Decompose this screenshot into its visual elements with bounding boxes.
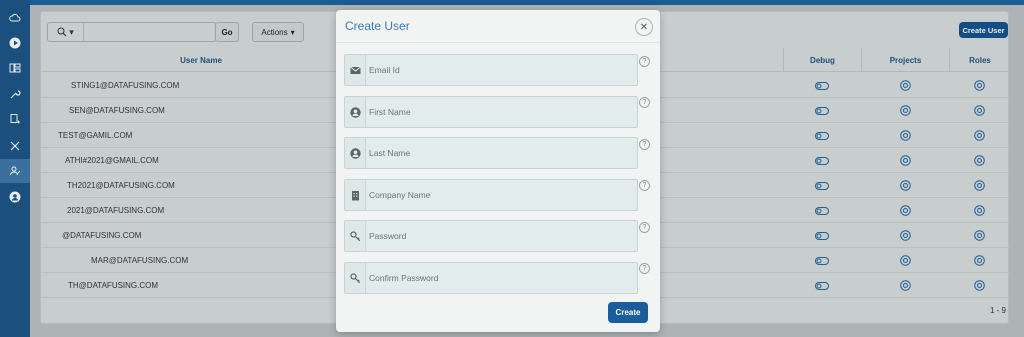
help-icon[interactable]: ? xyxy=(639,56,650,67)
confirm-password-field-input[interactable] xyxy=(369,263,633,293)
building-icon xyxy=(345,180,366,210)
password-field-input[interactable] xyxy=(369,221,633,251)
user-icon xyxy=(345,138,366,168)
key-icon xyxy=(345,221,366,251)
last-name-field[interactable] xyxy=(344,137,638,169)
help-icon[interactable]: ? xyxy=(639,139,650,150)
create-button[interactable]: Create xyxy=(608,302,648,323)
first-name-field[interactable] xyxy=(344,96,638,128)
envelope-icon xyxy=(345,55,366,85)
company-name-field[interactable] xyxy=(344,179,638,211)
dialog-title: Create User xyxy=(345,19,410,33)
help-icon[interactable]: ? xyxy=(639,263,650,274)
help-icon[interactable]: ? xyxy=(639,180,650,191)
close-icon: ✕ xyxy=(639,21,649,33)
key-icon xyxy=(345,263,366,293)
email-field[interactable] xyxy=(344,54,638,86)
last-name-field-input[interactable] xyxy=(369,138,633,168)
company-name-field-input[interactable] xyxy=(369,180,633,210)
confirm-password-field[interactable] xyxy=(344,262,638,294)
user-icon xyxy=(345,97,366,127)
help-icon[interactable]: ? xyxy=(639,97,650,108)
first-name-field-input[interactable] xyxy=(369,97,633,127)
create-user-dialog: Create User ✕ ?????? Create xyxy=(336,10,660,332)
dialog-divider xyxy=(336,42,660,43)
close-button[interactable]: ✕ xyxy=(635,18,653,36)
email-field-input[interactable] xyxy=(369,55,633,85)
help-icon[interactable]: ? xyxy=(639,222,650,233)
password-field[interactable] xyxy=(344,220,638,252)
